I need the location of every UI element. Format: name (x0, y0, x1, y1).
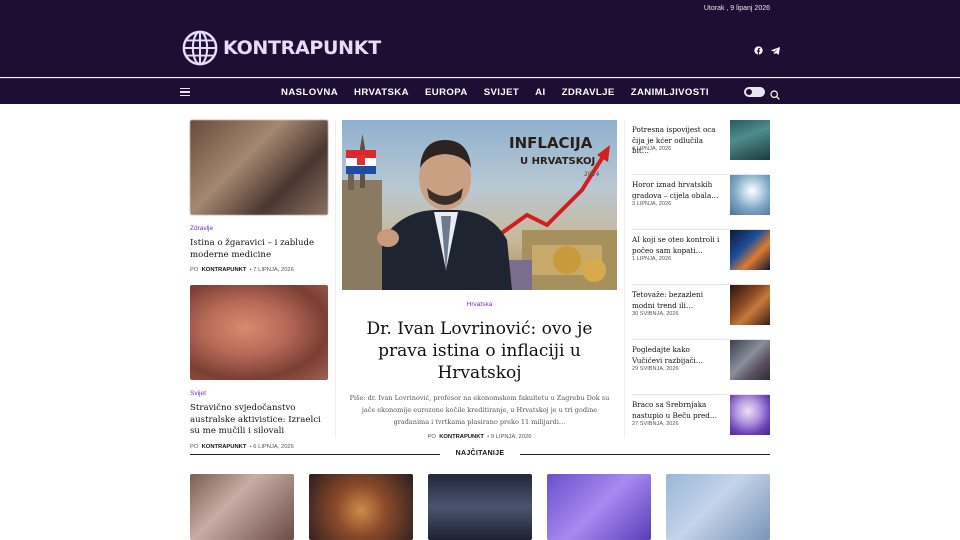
side-article-title[interactable]: Horor iznad hrvatskih gradova – cijela o… (632, 180, 720, 201)
most-read-thumbnail[interactable] (428, 474, 532, 540)
side-article-date: 30 SVIBNJA, 2026 (632, 311, 679, 317)
article-date: 9 LIPNJA, 2026 (490, 434, 532, 440)
side-article-thumbnail[interactable] (730, 285, 770, 325)
logo-text: KONTRAPUNKT (223, 37, 381, 59)
list-item[interactable]: Horor iznad hrvatskih gradova – cijela o… (632, 175, 770, 230)
nav-item-svijet[interactable]: SVIJET (484, 87, 519, 98)
byline-prefix: PO (427, 434, 436, 440)
featured-category[interactable]: Hrvatska (342, 301, 617, 308)
nav-item-ai[interactable]: AI (535, 87, 545, 98)
column-divider (335, 120, 336, 438)
search-icon[interactable] (770, 87, 780, 100)
section-divider (190, 454, 440, 455)
side-article-thumbnail[interactable] (730, 395, 770, 435)
side-article-date: 3 LIPNJA, 2026 (632, 201, 672, 207)
side-article-date: 4 LIPNJA, 2026 (632, 146, 672, 152)
list-item[interactable]: Pogledajte kako Vučićevi razbijači… 29 S… (632, 340, 770, 395)
site-logo[interactable]: KONTRAPUNKT (181, 29, 381, 67)
article-thumbnail[interactable] (190, 120, 328, 215)
article-date: 7 LIPNJA, 2026 (253, 267, 294, 273)
list-item[interactable]: Braco sa Srebrnjaka nastupio u Beču pred… (632, 395, 770, 450)
article-author[interactable]: KONTRAPUNKT (202, 444, 247, 450)
main-navigation: NASLOVNA HRVATSKA EUROPA SVIJET AI ZDRAV… (0, 78, 960, 104)
side-article-title[interactable]: Tetovaže: bezazleni modni trend ili… (632, 290, 720, 311)
side-article-date: 27 SVIBNJA, 2026 (632, 421, 679, 427)
nav-item-europa[interactable]: EUROPA (425, 87, 468, 98)
featured-illustration: INFLACIJA U HRVATSKOJ 2024 (342, 134, 617, 290)
side-article-thumbnail[interactable] (730, 175, 770, 215)
side-article-title[interactable]: Braco sa Srebrnjaka nastupio u Beču pred… (632, 400, 720, 421)
header-date: Utorak , 9 lipanj 2026 (703, 5, 770, 12)
nav-menu: NASLOVNA HRVATSKA EUROPA SVIJET AI ZDRAV… (281, 79, 725, 105)
article-meta: PO KONTRAPUNKT • 7 LIPNJA, 2026 (190, 267, 294, 273)
list-item[interactable]: Potresna ispovijest oca čija je kćer odl… (632, 120, 770, 175)
nav-item-zanimljivosti[interactable]: ZANIMLJIVOSTI (631, 87, 709, 98)
facebook-icon[interactable] (754, 42, 763, 55)
most-read-thumbnail[interactable] (190, 474, 294, 540)
byline-prefix: PO (190, 267, 199, 273)
nav-item-naslovna[interactable]: NASLOVNA (281, 87, 338, 98)
globe-icon (182, 30, 218, 66)
side-article-thumbnail[interactable] (730, 230, 770, 270)
article-card[interactable]: Zdravlje Istina o žgaravici – i zablude … (190, 120, 328, 273)
article-meta: PO KONTRAPUNKT • 6 LIPNJA, 2026 (190, 443, 294, 450)
article-title[interactable]: Istina o žgaravici – i zablude moderne m… (190, 238, 328, 261)
side-article-thumbnail[interactable] (730, 340, 770, 380)
nav-item-hrvatska[interactable]: HRVATSKA (354, 87, 409, 98)
side-article-thumbnail[interactable] (730, 120, 770, 160)
most-read-thumbnail[interactable] (547, 474, 651, 540)
side-article-list: Potresna ispovijest oca čija je kćer odl… (632, 120, 770, 450)
article-author[interactable]: KONTRAPUNKT (202, 267, 247, 273)
article-thumbnail[interactable] (190, 285, 328, 380)
site-header: Utorak , 9 lipanj 2026 KONTRAPUNKT (0, 0, 960, 77)
article-category[interactable]: Zdravlje (190, 225, 328, 232)
side-article-date: 29 SVIBNJA, 2026 (632, 366, 679, 372)
image-headline-1: INFLACIJA (509, 134, 593, 152)
article-card[interactable]: Svijet Stravično svjedočanstvo australsk… (190, 285, 328, 450)
section-divider (520, 454, 770, 455)
nav-item-zdravlje[interactable]: ZDRAVLJE (562, 87, 615, 98)
list-item[interactable]: AI koji se oteo kontroli i počeo sam kop… (632, 230, 770, 285)
image-year: 2024 (584, 171, 599, 178)
hamburger-icon[interactable] (180, 88, 190, 96)
featured-article[interactable]: INFLACIJA U HRVATSKOJ 2024 Hrvatska Dr. … (342, 120, 617, 440)
featured-title[interactable]: Dr. Ivan Lovrinović: ovo je prava istina… (342, 318, 617, 384)
side-article-title[interactable]: Pogledajte kako Vučićevi razbijači… (632, 345, 720, 366)
article-title[interactable]: Stravično svjedočanstvo australske aktiv… (190, 403, 328, 438)
most-read-row (190, 474, 770, 540)
most-read-thumbnail[interactable] (309, 474, 413, 540)
side-article-date: 1 LIPNJA, 2026 (632, 256, 672, 262)
dark-mode-toggle[interactable] (744, 87, 765, 97)
social-links (754, 42, 780, 55)
side-article-title[interactable]: AI koji se oteo kontroli i počeo sam kop… (632, 235, 720, 256)
featured-meta: PO KONTRAPUNKT • 9 LIPNJA, 2026 (427, 434, 532, 440)
list-item[interactable]: Tetovaže: bezazleni modni trend ili… 30 … (632, 285, 770, 340)
article-category[interactable]: Svijet (190, 390, 328, 397)
article-author[interactable]: KONTRAPUNKT (439, 434, 484, 440)
image-headline-2: U HRVATSKOJ (520, 156, 595, 167)
byline-prefix: PO (190, 443, 199, 450)
section-title: NAJČITANIJE (455, 450, 505, 457)
telegram-icon[interactable] (771, 42, 780, 55)
featured-excerpt: Piše: dr. Ivan Lovrinović, profesor na e… (349, 394, 610, 426)
most-read-thumbnail[interactable] (666, 474, 770, 540)
column-divider (624, 120, 625, 438)
article-date: 6 LIPNJA, 2026 (253, 443, 294, 450)
featured-image[interactable]: INFLACIJA U HRVATSKOJ 2024 (342, 120, 617, 290)
